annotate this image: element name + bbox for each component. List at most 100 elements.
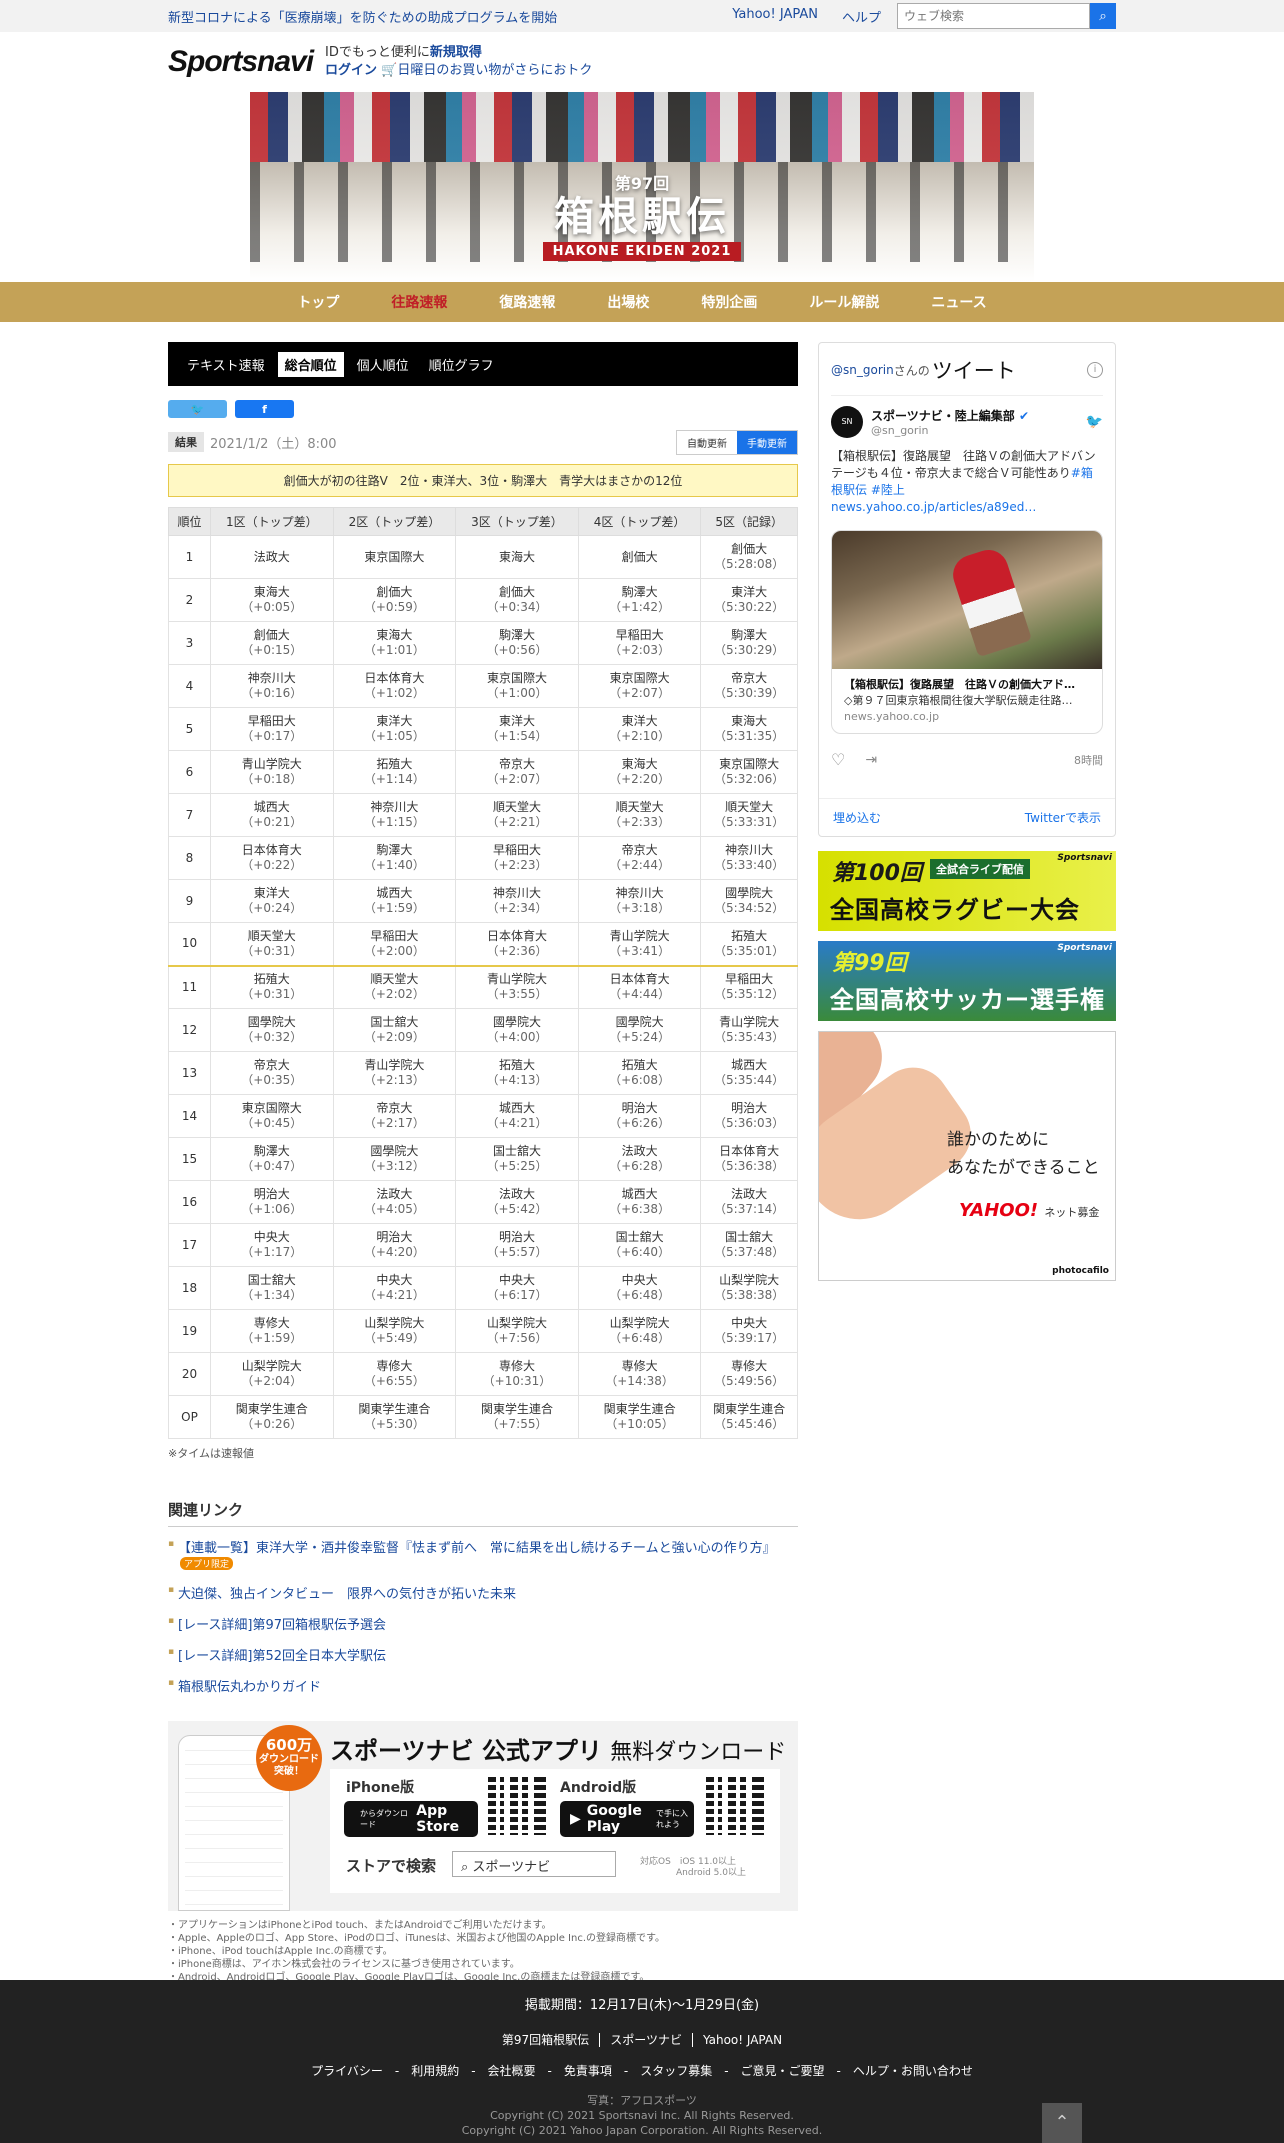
hero-edition: 第97回 (614, 174, 670, 193)
covid-notice-link[interactable]: 新型コロナによる「医療崩壊」を防ぐための助成プログラムを開始 (168, 7, 732, 26)
team-cell: 創価大 （+0:15） (210, 621, 334, 665)
team-name: 山梨学院大 (364, 1316, 425, 1330)
team-cell: 専修大 （+10:31） (455, 1352, 579, 1396)
login-link[interactable]: ログイン (325, 63, 377, 78)
web-search-input[interactable] (897, 3, 1090, 29)
nav-news[interactable]: ニュース (905, 292, 1012, 312)
chevron-up-icon: ⌃ (1054, 2112, 1070, 2133)
ios-qr-code (488, 1777, 546, 1835)
rank-cell: 7 (168, 793, 211, 837)
team-cell: 日本体育大 （+2:36） (455, 922, 579, 967)
team-cell: 専修大 （5:49:56） (700, 1352, 798, 1396)
rank-cell: 14 (168, 1094, 211, 1138)
tab-individual-ranking[interactable]: 個人順位 (350, 352, 416, 377)
tweet-account-link[interactable]: @sn_gorin (831, 363, 894, 377)
team-cell: 神奈川大 （+0:16） (210, 664, 334, 708)
table-row: 2 東海大 （+0:05） 創価大 （+0:59） 創価大 （+0:34） 駒澤大 （+1:42… (168, 578, 798, 622)
share-icon[interactable]: ⇥ (865, 752, 877, 768)
team-name: 青山学院大 (364, 1058, 425, 1072)
hero-image: 第97回 箱根駅伝 HAKONE EKIDEN 2021 (250, 92, 1034, 282)
time-diff: （+5:57） (486, 1245, 548, 1259)
team-name: 中央大 (498, 1273, 535, 1287)
time-diff: （+0:56） (486, 643, 548, 657)
facebook-share-button[interactable]: f (235, 400, 294, 418)
soccer-banner[interactable]: Sportsnavi 第99回 全国高校サッカー選手権 (818, 941, 1116, 1021)
android-qr-code (706, 1777, 764, 1835)
embed-link[interactable]: 埋め込む (833, 809, 881, 826)
help-link[interactable]: ヘルプ (842, 7, 881, 26)
team-cell: 東海大 （+0:05） (210, 578, 334, 622)
related-link-1[interactable]: 【連載一覧】東洋大学・酒井俊幸監督『怯まず前へ 常に結果を出し続けるチームと強い… (168, 1537, 798, 1571)
tweet-user[interactable]: SN スポーツナビ・陸上編集部 ✔ @sn_gorin 🐦 (831, 406, 1103, 438)
team-name: 青山学院大 (486, 972, 547, 987)
rugby-banner[interactable]: Sportsnavi 第100回 全試合ライブ配信 全国高校ラグビー大会 (818, 851, 1116, 931)
sunday-promo-link[interactable]: 日曜日のお買い物がさらにおトク (397, 63, 592, 78)
top-links: Yahoo! JAPAN ヘルプ (732, 7, 881, 26)
team-name: 法政大 (253, 549, 290, 564)
tab-overall-ranking[interactable]: 総合順位 (277, 351, 344, 377)
time-diff: （+0:34） (486, 600, 548, 614)
column-header: 順位 (168, 507, 211, 536)
team-cell: 関東学生連合 （+5:30） (332, 1395, 457, 1439)
info-icon[interactable]: i (1087, 362, 1103, 378)
time-diff: （5:49:56） (714, 1374, 785, 1388)
team-cell: 帝京大 （+2:17） (332, 1094, 457, 1138)
team-cell: 関東学生連合 （+0:26） (210, 1395, 334, 1439)
team-cell: 創価大 （+0:59） (332, 578, 457, 622)
donation-banner[interactable]: 誰かのために あなたができること YAHOO! ネット募金 photocafilo (818, 1031, 1116, 1281)
twitter-share-button[interactable]: 🐦 (168, 400, 227, 418)
footer-link-sportsnavi[interactable]: スポーツナビ (600, 2033, 693, 2047)
tab-ranking-graph[interactable]: 順位グラフ (422, 352, 501, 377)
team-cell: 日本体育大 （+0:22） (210, 836, 334, 880)
nav-outbound-live[interactable]: 往路速報 (365, 292, 473, 312)
main-column: テキスト速報 総合順位 個人順位 順位グラフ 🐦 f 結果 2021/1/2（土… (168, 342, 798, 1984)
time-diff: （+0:05） (241, 600, 303, 614)
table-row: 11 拓殖大 （+0:31） 順天堂大 （+2:02） 青山学院大 （+3:55） 日本体育大… (168, 965, 798, 1009)
time-diff: （+6:48） (609, 1288, 671, 1302)
manual-update-button[interactable]: 手動更新 (737, 430, 797, 454)
like-icon[interactable]: ♡ (831, 750, 845, 769)
team-name: 国士舘大 (725, 1230, 774, 1244)
back-to-top-button[interactable]: ⌃ (1042, 2103, 1082, 2143)
app-download-banner[interactable]: 600万 ダウンロード突破！ スポーツナビ 公式アプリ 無料ダウンロード iPho… (168, 1721, 798, 1911)
team-cell: 東京国際大 （5:32:06） (700, 750, 798, 794)
team-cell: 神奈川大 （+3:18） (577, 879, 702, 923)
tab-text-live[interactable]: テキスト速報 (180, 352, 272, 377)
nav-schools[interactable]: 出場校 (581, 292, 675, 312)
related-link-4[interactable]: [レース詳細]第52回全日本大学駅伝 (168, 1645, 798, 1664)
time-diff: （+0:26） (241, 1417, 303, 1431)
rank-cell: 2 (168, 578, 211, 622)
rank-cell: OP (168, 1395, 211, 1439)
related-link-2[interactable]: 大迫傑、独占インタビュー 限界への気付きが拓いた未来 (168, 1583, 798, 1602)
yahoo-japan-link[interactable]: Yahoo! JAPAN (732, 7, 818, 26)
auto-update-button[interactable]: 自動更新 (677, 430, 737, 454)
team-name: 駒澤大 (253, 1144, 290, 1158)
nav-top[interactable]: トップ (271, 292, 365, 312)
view-on-twitter-link[interactable]: Twitterで表示 (1025, 809, 1101, 826)
nav-features[interactable]: 特別企画 (675, 292, 783, 312)
footer-link-yahoo[interactable]: Yahoo! JAPAN (693, 2033, 792, 2047)
related-link-3[interactable]: [レース詳細]第97回箱根駅伝予選会 (168, 1614, 798, 1633)
supported-os: 対応OS iOS 11.0以上 Android 5.0以上 (640, 1857, 746, 1878)
team-name: 国士舘大 (492, 1144, 541, 1158)
time-diff: （+0:31） (241, 943, 303, 958)
team-cell: 東海大 （5:31:35） (700, 707, 798, 751)
sportsnavi-logo[interactable]: Sportsnavi (168, 45, 314, 79)
tweet-link-card[interactable]: 【箱根駅伝】復路展望 往路Ｖの創価大アド… ◇第９７回東京箱根間往復大学駅伝競走往… (831, 530, 1103, 734)
team-cell: 順天堂大 （+2:21） (455, 793, 579, 837)
web-search-button[interactable]: ⌕ (1090, 3, 1116, 29)
footer-link-hakone[interactable]: 第97回箱根駅伝 (491, 2033, 601, 2047)
column-header: 1区（トップ差） (210, 507, 334, 536)
time-diff: （5:30:29） (714, 643, 785, 657)
related-link-5[interactable]: 箱根駅伝丸わかりガイド (168, 1676, 798, 1695)
time-diff: （+4:05） (363, 1202, 425, 1216)
time-diff: （5:32:06） (714, 772, 785, 786)
nav-return-live[interactable]: 復路速報 (473, 292, 581, 312)
footer-policy-links[interactable]: プライバシー - 利用規約 - 会社概要 - 免責事項 - スタッフ募集 - ご… (0, 2062, 1284, 2079)
app-store-button[interactable]: からダウンロード App Store (344, 1801, 478, 1837)
signup-link[interactable]: 新規取得 (430, 45, 482, 60)
nav-rules[interactable]: ルール解説 (783, 292, 905, 312)
google-play-button[interactable]: ▶ Google Play で手に入れよう (560, 1801, 694, 1837)
tweet-time[interactable]: 8時間 (1074, 752, 1103, 768)
team-name: 東海大 (253, 585, 290, 599)
